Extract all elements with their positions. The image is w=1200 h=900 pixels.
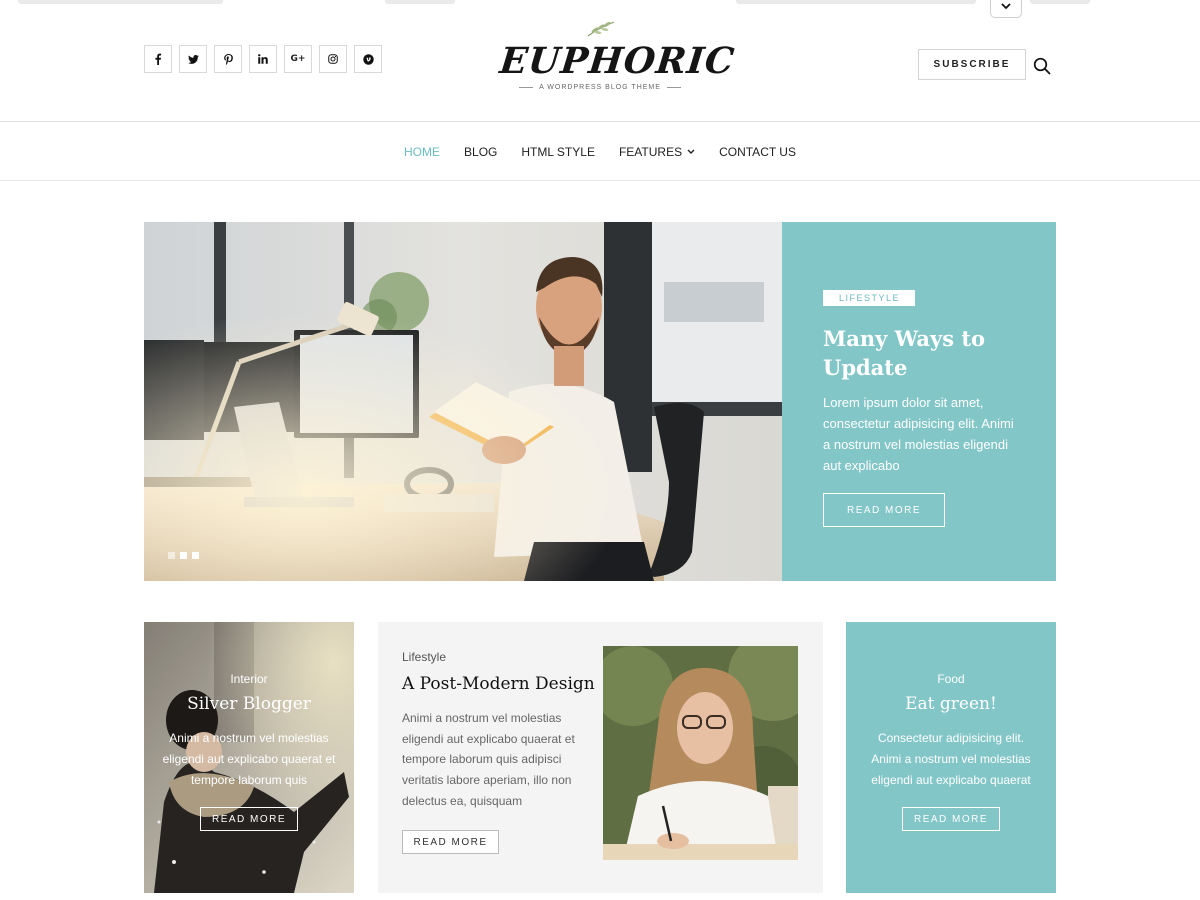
hero-slider: LIFESTYLE Many Ways to Update Lorem ipsu… (144, 222, 1056, 581)
search-icon[interactable] (1033, 57, 1051, 75)
google-plus-icon[interactable]: G+ (284, 45, 312, 73)
pinterest-icon[interactable] (214, 45, 242, 73)
post-title[interactable]: A Post-Modern Design (402, 674, 595, 694)
post-excerpt: Animi a nostrum vel molestias eligendi a… (162, 731, 336, 787)
post-excerpt: Animi a nostrum vel molestias eligendi a… (402, 711, 575, 808)
instagram-icon[interactable] (319, 45, 347, 73)
linkedin-icon[interactable] (249, 45, 277, 73)
read-more-button[interactable]: READ MORE (902, 807, 1000, 831)
hero-content: LIFESTYLE Many Ways to Update Lorem ipsu… (782, 222, 1056, 581)
slider-dot[interactable] (168, 552, 175, 559)
site-tagline: A WORDPRESS BLOG THEME (500, 84, 700, 91)
slider-dots (168, 552, 199, 559)
top-bar-toggle-button[interactable] (990, 0, 1022, 18)
hero-image[interactable] (144, 222, 782, 581)
post-title[interactable]: Silver Blogger (144, 694, 354, 714)
post-card-lifestyle: Lifestyle A Post-Modern Design Animi a n… (378, 622, 823, 893)
chevron-down-icon (687, 149, 695, 154)
nav-item-features[interactable]: FEATURES (619, 145, 695, 159)
nav-item-contact-us[interactable]: CONTACT US (719, 145, 796, 159)
hero-title[interactable]: Many Ways to Update (823, 324, 1016, 382)
post-category[interactable]: Food (846, 672, 1056, 686)
main-navigation: HOME BLOG HTML STYLE FEATURES CONTACT US (0, 123, 1200, 181)
facebook-icon[interactable] (144, 45, 172, 73)
post-card-food: Food Eat green! Consectetur adipisicing … (846, 622, 1056, 893)
slider-dot[interactable] (192, 552, 199, 559)
post-card-interior: Interior Silver Blogger Animi a nostrum … (144, 622, 354, 893)
post-category[interactable]: Interior (144, 672, 354, 686)
logo-text: EUPHORIC (497, 40, 737, 82)
chevron-down-icon (1001, 3, 1011, 10)
nav-item-html-style[interactable]: HTML STYLE (521, 145, 595, 159)
tagline-text: A WORDPRESS BLOG THEME (539, 84, 661, 91)
hero-category-badge[interactable]: LIFESTYLE (823, 290, 916, 306)
slider-dot[interactable] (180, 552, 187, 559)
twitter-icon[interactable] (179, 45, 207, 73)
hero-read-more-button[interactable]: READ MORE (823, 493, 945, 527)
nav-item-label: BLOG (464, 144, 498, 159)
nav-item-blog[interactable]: BLOG (464, 145, 497, 159)
post-image[interactable] (603, 646, 798, 860)
hero-excerpt: Lorem ipsum dolor sit amet, consectetur … (823, 395, 1014, 473)
nav-item-home[interactable]: HOME (404, 145, 440, 159)
post-card-content: Lifestyle A Post-Modern Design Animi a n… (402, 650, 595, 812)
site-header: G+ EUPHORIC A WORDPRESS BLOG THEME SUBSC… (0, 0, 1200, 122)
nav-item-label: HOME (404, 144, 441, 159)
nav-item-label: FEATURES (618, 144, 683, 159)
site-logo[interactable]: EUPHORIC A WORDPRESS BLOG THEME (497, 18, 737, 98)
read-more-button[interactable]: READ MORE (402, 830, 499, 854)
post-card-content: Interior Silver Blogger Animi a nostrum … (144, 622, 354, 893)
nav-item-label: CONTACT US (719, 144, 796, 159)
nav-item-label: HTML STYLE (521, 144, 595, 159)
post-category[interactable]: Lifestyle (402, 650, 592, 664)
subscribe-button[interactable]: SUBSCRIBE (918, 49, 1026, 80)
post-title[interactable]: Eat green! (846, 694, 1056, 714)
post-excerpt: Consectetur adipisicing elit. Animi a no… (871, 731, 1031, 787)
read-more-button[interactable]: READ MORE (200, 807, 298, 831)
vimeo-icon[interactable] (354, 45, 382, 73)
social-links: G+ (144, 45, 382, 73)
leaf-icon (587, 21, 615, 37)
